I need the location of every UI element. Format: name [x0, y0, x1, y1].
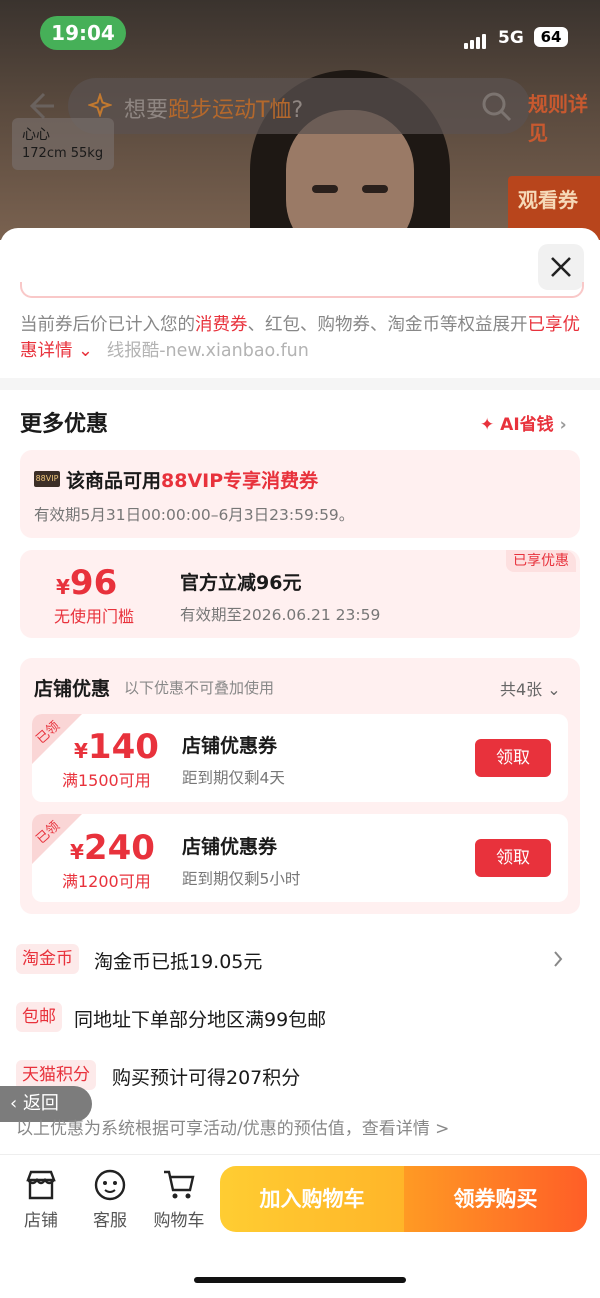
- store-offers-title: 店铺优惠: [34, 678, 111, 700]
- section-title: 更多优惠: [20, 412, 109, 437]
- enjoyed-badge: 已享优惠: [506, 550, 576, 572]
- coupon-title: 店铺优惠券: [182, 836, 278, 858]
- chevron-left-icon: ‹: [10, 1093, 18, 1114]
- taojinbi-row[interactable]: 淘金币已抵19.05元: [94, 947, 262, 974]
- claim-button[interactable]: 领取: [475, 739, 551, 777]
- vip-coupon-title: 该商品可用88VIP专享消费券: [66, 466, 318, 493]
- cart-icon[interactable]: [162, 1168, 196, 1202]
- store-coupon-count[interactable]: 共4张 ⌄: [500, 676, 561, 700]
- signal-icon: [464, 30, 488, 49]
- home-indicator[interactable]: [194, 1277, 406, 1283]
- search-icon[interactable]: [480, 90, 514, 124]
- cart-label[interactable]: 购物车: [144, 1206, 214, 1231]
- notice-text: 、红包、购物券、淘金币等权益展开: [247, 315, 528, 335]
- chevron-right-icon: ›: [559, 415, 567, 435]
- notice-highlight: 消费券: [195, 315, 248, 335]
- currency-symbol: ¥: [70, 840, 84, 864]
- status-time: 19:04: [40, 16, 126, 50]
- store-label[interactable]: 店铺: [6, 1206, 76, 1231]
- chevron-down-icon[interactable]: ⌄: [73, 341, 93, 361]
- claim-button[interactable]: 领取: [475, 839, 551, 877]
- rule-tag: 规则详见: [528, 92, 588, 145]
- section-divider: [0, 378, 600, 390]
- vip-title-highlight: 88VIP专享消费券: [161, 470, 319, 492]
- ai-save-link[interactable]: ✦ AI省钱 ›: [480, 410, 567, 435]
- store-offers-note: 以下优惠不可叠加使用: [124, 679, 275, 697]
- estimate-note[interactable]: 以上优惠为系统根据可享活动/优惠的预估值，查看详情 >: [16, 1114, 449, 1139]
- discount-amount: ¥96: [56, 563, 117, 603]
- model-eye: [362, 185, 388, 193]
- coupon-condition: 满1500可用: [62, 771, 151, 790]
- sparkle-icon: [88, 93, 112, 117]
- coupon-condition: 满1200可用: [62, 872, 151, 891]
- search-suffix: ?: [291, 98, 304, 123]
- notice-text: 当前券后价已计入您的: [20, 315, 195, 335]
- free-shipping-row: 同地址下单部分地区满99包邮: [74, 1009, 327, 1031]
- coupon-amount: ¥240: [70, 828, 155, 868]
- coupon-expiry: 距到期仅剩5小时: [182, 870, 301, 888]
- ai-sparkle-icon: ✦: [480, 415, 495, 435]
- battery-icon: 64: [534, 27, 568, 47]
- coupon-value: 140: [87, 727, 159, 767]
- watermark-text: 线报酷-new.xianbao.fun: [106, 341, 309, 361]
- network-type: 5G: [498, 28, 524, 48]
- chevron-down-icon: ⌄: [547, 680, 561, 699]
- currency-symbol: ¥: [56, 575, 70, 599]
- points-row: 购买预计可得207积分: [112, 1067, 301, 1089]
- row-tag: 淘金币: [16, 944, 79, 974]
- discount-validity: 有效期至2026.06.21 23:59: [180, 606, 381, 624]
- coupon-value: 240: [83, 828, 155, 868]
- currency-symbol: ¥: [74, 739, 88, 763]
- coupon-count-label: 共4张: [500, 680, 543, 699]
- discount-title: 官方立减96元: [180, 572, 302, 594]
- row-tag: 包邮: [16, 1002, 62, 1032]
- vip-badge-icon: 88VIP: [34, 471, 60, 487]
- model-eye: [312, 185, 338, 193]
- model-size: 172cm 55kg: [22, 146, 104, 161]
- add-to-cart-button[interactable]: 加入购物车: [220, 1166, 404, 1232]
- search-keyword: 跑步运动T恤: [168, 98, 292, 123]
- vip-title-prefix: 该商品可用: [66, 470, 162, 492]
- coupon-amount: ¥140: [74, 727, 159, 767]
- claim-and-buy-button[interactable]: 领券购买: [404, 1166, 587, 1232]
- vip-coupon-validity: 有效期5月31日00:00:00–6月3日23:59:59。: [34, 506, 355, 524]
- watch-coupon-label: 观看券: [518, 188, 578, 212]
- chevron-right-icon[interactable]: [552, 950, 564, 968]
- bottom-bar-divider: [0, 1154, 600, 1155]
- store-icon[interactable]: [24, 1168, 58, 1202]
- customer-service-icon[interactable]: [93, 1168, 127, 1202]
- collapsed-card-edge: [20, 282, 584, 298]
- search-suggestion[interactable]: 想要跑步运动T恤?: [124, 92, 303, 124]
- discount-value: 96: [69, 563, 118, 603]
- service-label[interactable]: 客服: [75, 1206, 145, 1231]
- return-label: 返回: [22, 1093, 59, 1114]
- discount-condition: 无使用门槛: [54, 607, 135, 626]
- ai-link-label: AI省钱: [500, 415, 554, 435]
- coupon-title: 店铺优惠券: [182, 735, 278, 757]
- status-bar: 19:04 5G 64: [0, 0, 600, 64]
- coupon-expiry: 距到期仅剩4天: [182, 769, 285, 787]
- model-name: 心心: [22, 127, 50, 143]
- discount-notice: 当前券后价已计入您的消费券、红包、购物券、淘金币等权益展开已享优惠详情 ⌄ 线报酷…: [20, 312, 586, 364]
- search-prefix: 想要: [124, 98, 169, 123]
